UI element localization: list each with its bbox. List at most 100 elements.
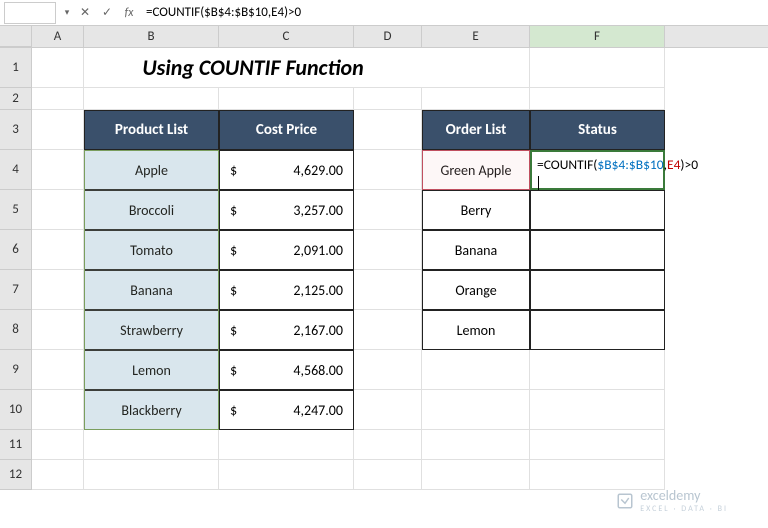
cell-F11[interactable] — [530, 430, 665, 460]
order-cell[interactable]: Orange — [422, 270, 530, 310]
cell-F9[interactable] — [530, 350, 665, 390]
cell-D10[interactable] — [354, 390, 422, 430]
currency-symbol: $ — [230, 162, 237, 179]
row-header-3[interactable]: 3 — [0, 110, 32, 150]
price-value: 4,568.00 — [293, 362, 343, 379]
cell-D2[interactable] — [354, 88, 422, 110]
cell-D5[interactable] — [354, 190, 422, 230]
product-cell[interactable]: Apple — [84, 150, 219, 190]
cell-E2[interactable] — [422, 88, 530, 110]
cancel-icon[interactable]: ✕ — [74, 2, 96, 24]
cell-A6[interactable] — [32, 230, 84, 270]
status-cell[interactable] — [530, 230, 665, 270]
cell-A7[interactable] — [32, 270, 84, 310]
order-cell[interactable]: Berry — [422, 190, 530, 230]
order-cell[interactable]: Banana — [422, 230, 530, 270]
row-header-7[interactable]: 7 — [0, 270, 32, 310]
cost-cell[interactable]: $2,167.00 — [219, 310, 354, 350]
currency-symbol: $ — [230, 322, 237, 339]
row-header-10[interactable]: 10 — [0, 390, 32, 430]
status-cell[interactable] — [530, 270, 665, 310]
cell-F10[interactable] — [530, 390, 665, 430]
cell-A10[interactable] — [32, 390, 84, 430]
col-header-E[interactable]: E — [422, 26, 530, 47]
row-header-8[interactable]: 8 — [0, 310, 32, 350]
cell-D11[interactable] — [354, 430, 422, 460]
product-cell[interactable]: Broccoli — [84, 190, 219, 230]
row-header-12[interactable]: 12 — [0, 460, 32, 490]
header-cost[interactable]: Cost Price — [219, 110, 354, 150]
row-header-11[interactable]: 11 — [0, 430, 32, 460]
product-cell[interactable]: Banana — [84, 270, 219, 310]
cell-D4[interactable] — [354, 150, 422, 190]
cell-D6[interactable] — [354, 230, 422, 270]
cell-F1[interactable] — [530, 48, 665, 88]
cell-E12[interactable] — [422, 460, 530, 490]
cell-D9[interactable] — [354, 350, 422, 390]
col-header-F[interactable]: F — [530, 26, 665, 47]
row-header-5[interactable]: 5 — [0, 190, 32, 230]
cell-E9[interactable] — [422, 350, 530, 390]
cell-D12[interactable] — [354, 460, 422, 490]
select-all-corner[interactable] — [0, 26, 32, 47]
cell-A8[interactable] — [32, 310, 84, 350]
product-cell[interactable]: Blackberry — [84, 390, 219, 430]
header-status[interactable]: Status — [530, 110, 665, 150]
cost-cell[interactable]: $4,568.00 — [219, 350, 354, 390]
cell-A12[interactable] — [32, 460, 84, 490]
cost-cell[interactable]: $2,125.00 — [219, 270, 354, 310]
price-value: 2,125.00 — [293, 282, 343, 299]
status-cell[interactable] — [530, 190, 665, 230]
cell-B2[interactable] — [84, 88, 219, 110]
row-header-6[interactable]: 6 — [0, 230, 32, 270]
cell-E10[interactable] — [422, 390, 530, 430]
cell-F2[interactable] — [530, 88, 665, 110]
fx-icon[interactable]: fx — [118, 6, 140, 20]
confirm-icon[interactable]: ✓ — [96, 2, 118, 24]
product-cell[interactable]: Lemon — [84, 350, 219, 390]
cell-A2[interactable] — [32, 88, 84, 110]
cell-F12[interactable] — [530, 460, 665, 490]
name-box-arrow-icon[interactable]: ▾ — [60, 7, 74, 18]
cell-A4[interactable] — [32, 150, 84, 190]
cell-A9[interactable] — [32, 350, 84, 390]
cell-A11[interactable] — [32, 430, 84, 460]
cell-C11[interactable] — [219, 430, 354, 460]
header-product[interactable]: Product List — [84, 110, 219, 150]
cell-A5[interactable] — [32, 190, 84, 230]
order-cell[interactable]: Lemon — [422, 310, 530, 350]
row-header-1[interactable]: 1 — [0, 48, 32, 88]
product-cell[interactable]: Tomato — [84, 230, 219, 270]
cost-cell[interactable]: $4,247.00 — [219, 390, 354, 430]
cell-D3[interactable] — [354, 110, 422, 150]
row-header-2[interactable]: 2 — [0, 88, 32, 110]
cell-B12[interactable] — [84, 460, 219, 490]
col-header-A[interactable]: A — [32, 26, 84, 47]
name-box[interactable] — [4, 2, 56, 24]
cost-cell[interactable]: $3,257.00 — [219, 190, 354, 230]
cell-D8[interactable] — [354, 310, 422, 350]
cell-A1[interactable] — [32, 48, 84, 88]
cell-E1[interactable] — [422, 48, 530, 88]
order-cell[interactable]: Green Apple — [422, 150, 530, 190]
cell-C12[interactable] — [219, 460, 354, 490]
header-order[interactable]: Order List — [422, 110, 530, 150]
row-header-9[interactable]: 9 — [0, 350, 32, 390]
formula-input[interactable]: =COUNTIF($B$4:$B$10,E4)>0 — [140, 3, 768, 22]
cell-E11[interactable] — [422, 430, 530, 460]
product-cell[interactable]: Strawberry — [84, 310, 219, 350]
col-header-D[interactable]: D — [354, 26, 422, 47]
cost-cell[interactable]: $2,091.00 — [219, 230, 354, 270]
title-cell[interactable]: Using COUNTIF Function — [84, 48, 422, 88]
cell-C2[interactable] — [219, 88, 354, 110]
cost-cell[interactable]: $4,629.00 — [219, 150, 354, 190]
status-cell[interactable] — [530, 310, 665, 350]
col-header-B[interactable]: B — [84, 26, 219, 47]
status-cell-active[interactable] — [530, 150, 665, 190]
cell-D7[interactable] — [354, 270, 422, 310]
col-header-C[interactable]: C — [219, 26, 354, 47]
watermark-brand: exceldemy — [640, 487, 728, 504]
cell-B11[interactable] — [84, 430, 219, 460]
row-header-4[interactable]: 4 — [0, 150, 32, 190]
cell-A3[interactable] — [32, 110, 84, 150]
